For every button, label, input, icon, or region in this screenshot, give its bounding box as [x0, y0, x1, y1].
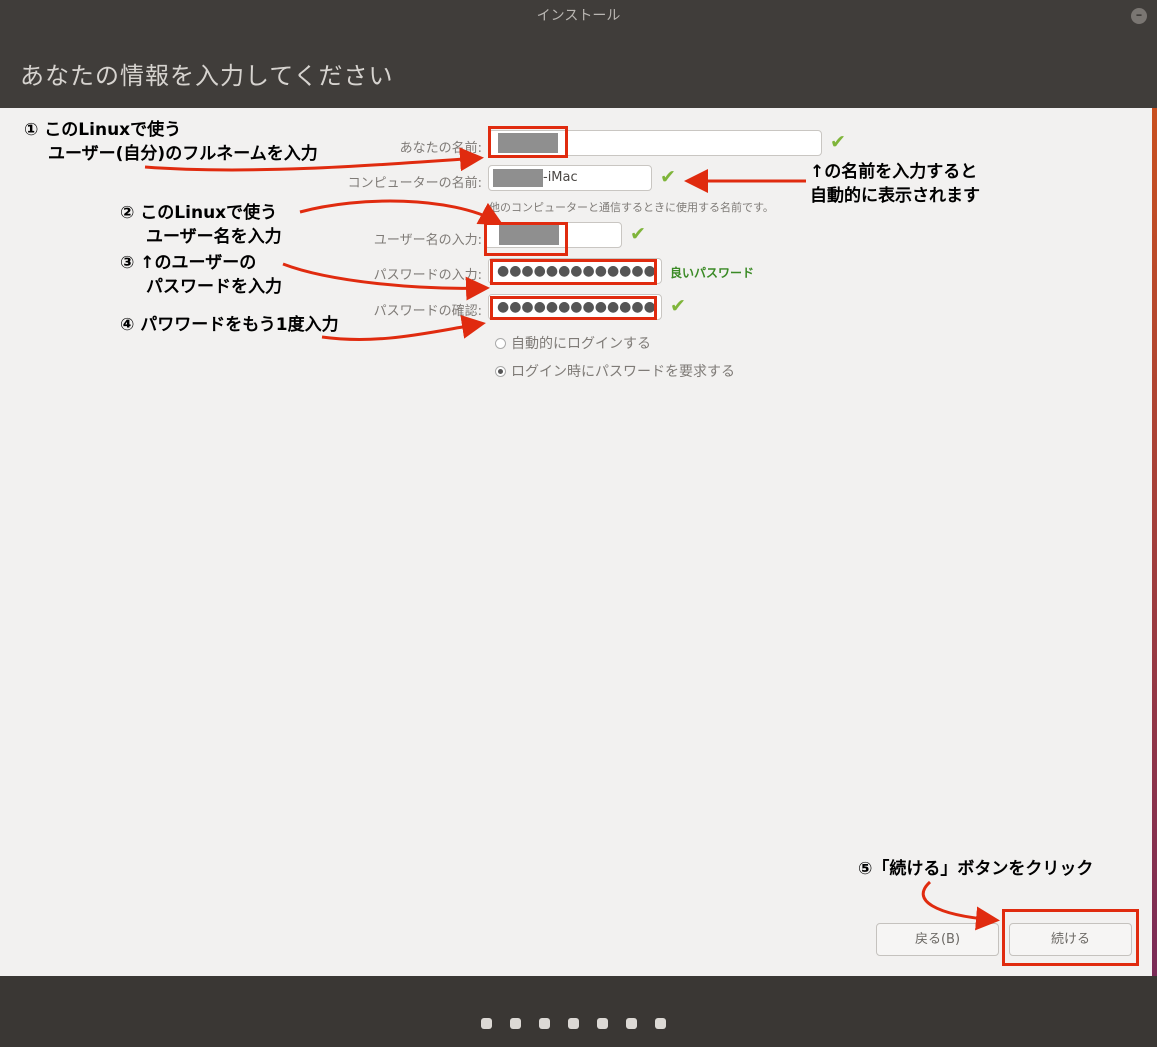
- arrow-step2: [299, 199, 504, 225]
- arrow-step5: [921, 880, 1000, 931]
- arrow-step1: [144, 147, 484, 172]
- annotation-arrows: [144, 147, 1000, 931]
- arrow-step3: [282, 262, 490, 301]
- arrow-step4: [321, 314, 486, 342]
